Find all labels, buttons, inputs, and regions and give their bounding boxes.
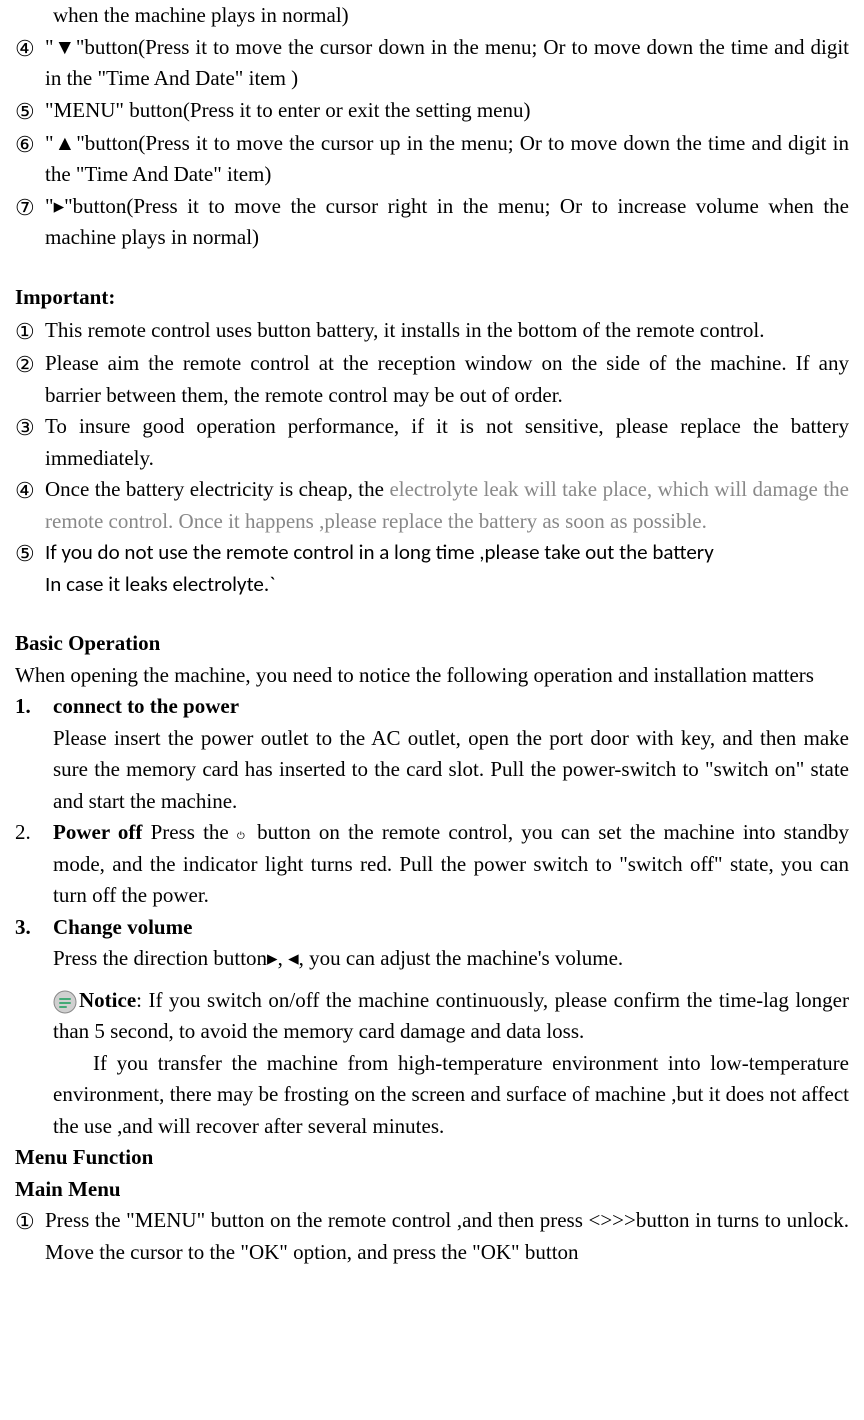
list-item: ①This remote control uses button battery… <box>15 315 849 348</box>
notice-icon <box>53 988 79 1012</box>
item-text: Press the "MENU" button on the remote co… <box>45 1205 849 1268</box>
list-item: ⑦"▸"button(Press it to move the cursor r… <box>15 191 849 254</box>
item-text: "MENU" button(Press it to enter or exit … <box>45 95 849 127</box>
item-number: ④ <box>15 32 45 65</box>
item-content: connect to the powerPlease insert the po… <box>53 691 849 817</box>
list-item: ①Press the "MENU" button on the remote c… <box>15 1205 849 1268</box>
notice-label: Notice <box>79 988 136 1012</box>
item-number: ⑤ <box>15 537 45 570</box>
notice-text: : If you switch on/off the machine conti… <box>53 988 849 1044</box>
item-number: ⑦ <box>15 191 45 224</box>
item-number: ⑤ <box>15 95 45 128</box>
main-menu-heading: Main Menu <box>15 1174 849 1206</box>
list-item: ⑥"▲"button(Press it to move the cursor u… <box>15 128 849 191</box>
list-item: ⑤"MENU" button(Press it to enter or exit… <box>15 95 849 128</box>
item-text: Please aim the remote control at the rec… <box>45 348 849 411</box>
item-number: ① <box>15 315 45 348</box>
list-item: ②Please aim the remote control at the re… <box>15 348 849 411</box>
item-number: 1. <box>15 691 53 723</box>
list-item: ⑤If you do not use the remote control in… <box>15 537 849 600</box>
list-item: ④Once the battery electricity is cheap, … <box>15 474 849 537</box>
item-text: "▸"button(Press it to move the cursor ri… <box>45 191 849 254</box>
list-item: ③To insure good operation performance, i… <box>15 411 849 474</box>
item-number: ① <box>15 1205 45 1238</box>
item-content: Change volumePress the direction button▸… <box>53 912 849 975</box>
power-icon: ⏻ <box>237 829 249 841</box>
item-number: ④ <box>15 474 45 507</box>
continuation-line: when the machine plays in normal) <box>53 0 849 32</box>
item-text: To insure good operation performance, if… <box>45 411 849 474</box>
item-number: 2. <box>15 817 53 849</box>
item-number: ⑥ <box>15 128 45 161</box>
item-text: This remote control uses button battery,… <box>45 315 849 347</box>
item-number: ③ <box>15 411 45 444</box>
item-number: 3. <box>15 912 53 944</box>
item-text: Once the battery electricity is cheap, t… <box>45 474 849 537</box>
notice-block: Notice: If you switch on/off the machine… <box>53 985 849 1048</box>
item-number: ② <box>15 348 45 381</box>
numbered-item: 1.connect to the powerPlease insert the … <box>15 691 849 817</box>
temperature-paragraph: If you transfer the machine from high-te… <box>53 1048 849 1143</box>
item-text: "▼"button(Press it to move the cursor do… <box>45 32 849 95</box>
numbered-item: 3.Change volumePress the direction butto… <box>15 912 849 975</box>
item-text: "▲"button(Press it to move the cursor up… <box>45 128 849 191</box>
numbered-item: 2.Power off Press the ⏻ button on the re… <box>15 817 849 912</box>
basic-operation-intro: When opening the machine, you need to no… <box>15 660 849 692</box>
item-text: If you do not use the remote control in … <box>45 537 849 600</box>
menu-function-heading: Menu Function <box>15 1142 849 1174</box>
list-item: ④"▼"button(Press it to move the cursor d… <box>15 32 849 95</box>
important-heading: Important: <box>15 282 849 314</box>
basic-operation-heading: Basic Operation <box>15 628 849 660</box>
item-content: Power off Press the ⏻ button on the remo… <box>53 817 849 912</box>
